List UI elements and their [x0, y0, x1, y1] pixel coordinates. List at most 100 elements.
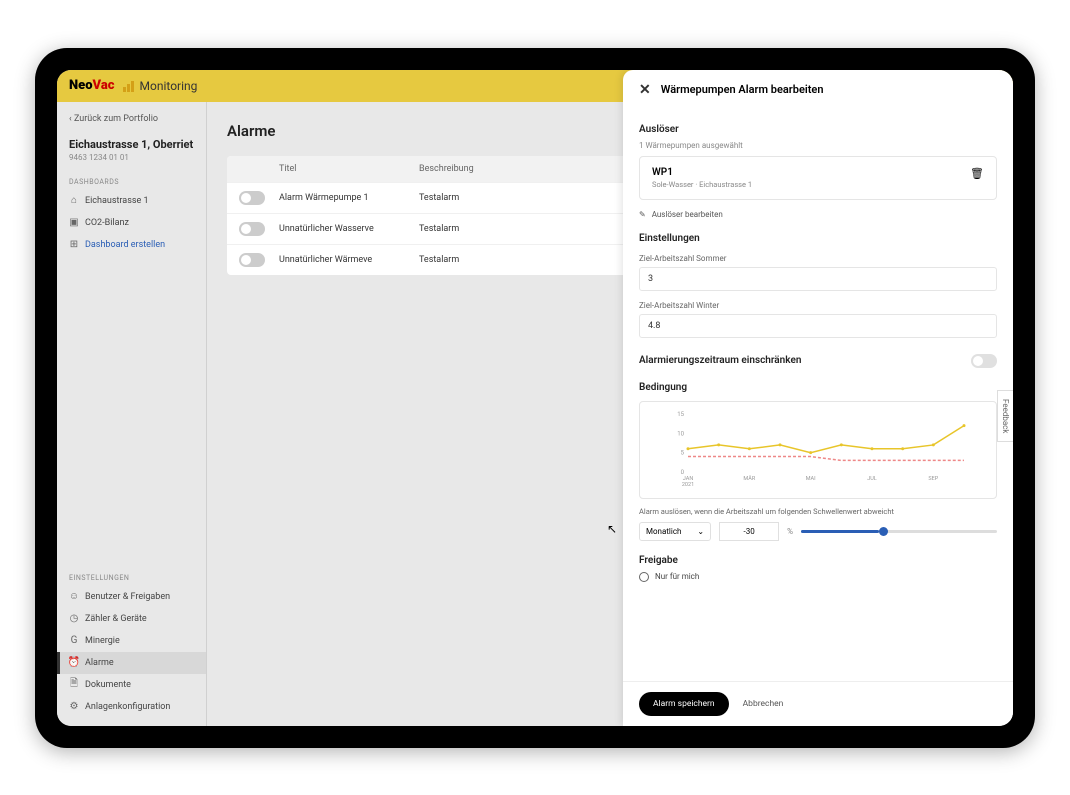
pencil-icon: ✎ [639, 210, 646, 219]
screen: NeoVac Monitoring ‹ Zurück zum Portfolio… [57, 70, 1013, 726]
share-section-title: Freigabe [639, 555, 997, 566]
home-icon: ⌂ [69, 196, 79, 206]
dashboards-section-label: DASHBOARDS [57, 168, 206, 190]
sidebar-item-minergie[interactable]: G Minergie [57, 630, 206, 652]
trigger-card: WP1 Sole-Wasser · Eichaustrasse 1 🗑 [639, 156, 997, 200]
sidebar-item-dashboard-eichaustrasse[interactable]: ⌂ Eichaustrasse 1 [57, 190, 206, 212]
condition-chart: 051015JAN2021MÄRMAIJULSEP [639, 401, 997, 499]
address-title: Eichaustrasse 1, Oberriet [69, 138, 194, 151]
brand-neo: Neo [69, 78, 93, 93]
bar-icon [123, 80, 134, 92]
panel-body[interactable]: Auslöser 1 Wärmepumpen ausgewählt WP1 So… [623, 110, 1013, 681]
restrict-toggle[interactable] [971, 354, 997, 368]
feedback-tab[interactable]: Feedback [997, 390, 1013, 442]
svg-text:SEP: SEP [928, 476, 938, 482]
sidebar-item-label: Alarme [85, 658, 114, 668]
alarm-toggle[interactable] [239, 222, 265, 236]
leaf-icon: ▣ [69, 218, 79, 228]
radio-icon [639, 572, 649, 582]
trigger-section-title: Auslöser [639, 124, 997, 135]
edit-alarm-panel: ✕ Wärmepumpen Alarm bearbeiten Auslöser … [623, 70, 1013, 726]
row-title: Alarm Wärmepumpe 1 [279, 193, 419, 203]
winter-input[interactable]: 4.8 [639, 314, 997, 338]
threshold-slider[interactable] [801, 530, 997, 533]
back-link-label: Zurück zum Portfolio [74, 114, 158, 124]
address-block: Eichaustrasse 1, Oberriet 9463 1234 01 0… [57, 128, 206, 168]
close-icon[interactable]: ✕ [639, 82, 651, 98]
restrict-period-row: Alarmierungszeitraum einschränken [639, 354, 997, 368]
trigger-name: WP1 [652, 167, 752, 178]
app-section-label: Monitoring [140, 79, 198, 93]
svg-text:5: 5 [681, 449, 685, 456]
brand-vac: Vac [93, 78, 115, 93]
row-title: Unnatürlicher Wasserve [279, 224, 419, 234]
summer-label: Ziel-Arbeitszahl Sommer [639, 254, 997, 263]
cert-icon: G [69, 636, 79, 646]
condition-section-title: Bedingung [639, 382, 997, 393]
alarm-toggle[interactable] [239, 253, 265, 267]
sidebar-item-label: Anlagenkonfiguration [85, 702, 170, 712]
svg-text:0: 0 [681, 469, 685, 476]
trigger-count: 1 Wärmepumpen ausgewählt [639, 141, 997, 150]
chevron-down-icon: ⌄ [697, 527, 704, 536]
gauge-icon: ◷ [69, 614, 79, 624]
save-button[interactable]: Alarm speichern [639, 692, 729, 716]
settings-section-label: EINSTELLUNGEN [57, 564, 206, 586]
sidebar-item-label: Benutzer & Freigaben [85, 592, 170, 602]
app-section: Monitoring [123, 79, 198, 93]
sidebar-item-label: Dashboard erstellen [85, 240, 165, 250]
address-sub: 9463 1234 01 01 [69, 153, 194, 162]
sidebar-item-documents[interactable]: 🗎 Dokumente [57, 674, 206, 696]
trigger-meta: Sole-Wasser · Eichaustrasse 1 [652, 180, 752, 189]
svg-text:MAI: MAI [806, 476, 816, 482]
cursor-icon: ↖ [607, 522, 617, 536]
col-header-title: Titel [279, 164, 419, 174]
back-link[interactable]: ‹ Zurück zum Portfolio [57, 110, 206, 128]
interval-select[interactable]: Monatlich ⌄ [639, 522, 711, 541]
panel-header: ✕ Wärmepumpen Alarm bearbeiten [623, 70, 1013, 110]
sidebar-item-label: Dokumente [85, 680, 131, 690]
users-icon: ☺ [69, 592, 79, 602]
winter-label: Ziel-Arbeitszahl Winter [639, 301, 997, 310]
threshold-unit: % [787, 527, 793, 536]
summer-input[interactable]: 3 [639, 267, 997, 291]
sidebar-item-meters[interactable]: ◷ Zähler & Geräte [57, 608, 206, 630]
restrict-label: Alarmierungszeitraum einschränken [639, 355, 801, 366]
settings-section-title: Einstellungen [639, 233, 997, 244]
sidebar-item-config[interactable]: ⚙ Anlagenkonfiguration [57, 696, 206, 718]
document-icon: 🗎 [69, 680, 79, 690]
brand-logo: NeoVac [69, 78, 115, 93]
svg-text:2021: 2021 [682, 482, 694, 488]
sidebar-item-alarms[interactable]: ⏰ Alarme [57, 652, 206, 674]
threshold-text: Alarm auslösen, wenn die Arbeitszahl um … [639, 507, 997, 516]
sidebar-item-create-dashboard[interactable]: ⊞ Dashboard erstellen [57, 234, 206, 256]
trash-icon[interactable]: 🗑 [970, 167, 984, 180]
svg-text:MÄR: MÄR [743, 475, 755, 482]
gear-icon: ⚙ [69, 702, 79, 712]
share-option-label: Nur für mich [655, 572, 699, 581]
sidebar: ‹ Zurück zum Portfolio Eichaustrasse 1, … [57, 102, 207, 726]
tablet-frame: NeoVac Monitoring ‹ Zurück zum Portfolio… [35, 48, 1035, 748]
interval-value: Monatlich [646, 527, 681, 536]
alarm-toggle[interactable] [239, 191, 265, 205]
chart-svg: 051015JAN2021MÄRMAIJULSEP [648, 410, 988, 490]
sidebar-item-label: Minergie [85, 636, 120, 646]
bell-icon: ⏰ [69, 658, 79, 668]
sidebar-item-label: CO2-Bilanz [85, 218, 129, 228]
cancel-button[interactable]: Abbrechen [743, 699, 784, 709]
row-title: Unnatürlicher Wärmeve [279, 255, 419, 265]
share-option-row[interactable]: Nur für mich [639, 572, 997, 582]
sidebar-item-dashboard-co2[interactable]: ▣ CO2-Bilanz [57, 212, 206, 234]
sidebar-item-label: Eichaustrasse 1 [85, 196, 149, 206]
svg-text:JUL: JUL [867, 476, 877, 482]
edit-trigger-label: Auslöser bearbeiten [652, 210, 723, 219]
edit-trigger-link[interactable]: ✎ Auslöser bearbeiten [639, 210, 997, 219]
threshold-input[interactable]: -30 [719, 522, 779, 541]
plus-icon: ⊞ [69, 240, 79, 250]
sidebar-item-users[interactable]: ☺ Benutzer & Freigaben [57, 586, 206, 608]
svg-text:15: 15 [677, 411, 684, 418]
sidebar-item-label: Zähler & Geräte [85, 614, 147, 624]
panel-title: Wärmepumpen Alarm bearbeiten [661, 83, 824, 96]
panel-footer: Alarm speichern Abbrechen [623, 681, 1013, 726]
threshold-row: Monatlich ⌄ -30 % [639, 522, 997, 541]
